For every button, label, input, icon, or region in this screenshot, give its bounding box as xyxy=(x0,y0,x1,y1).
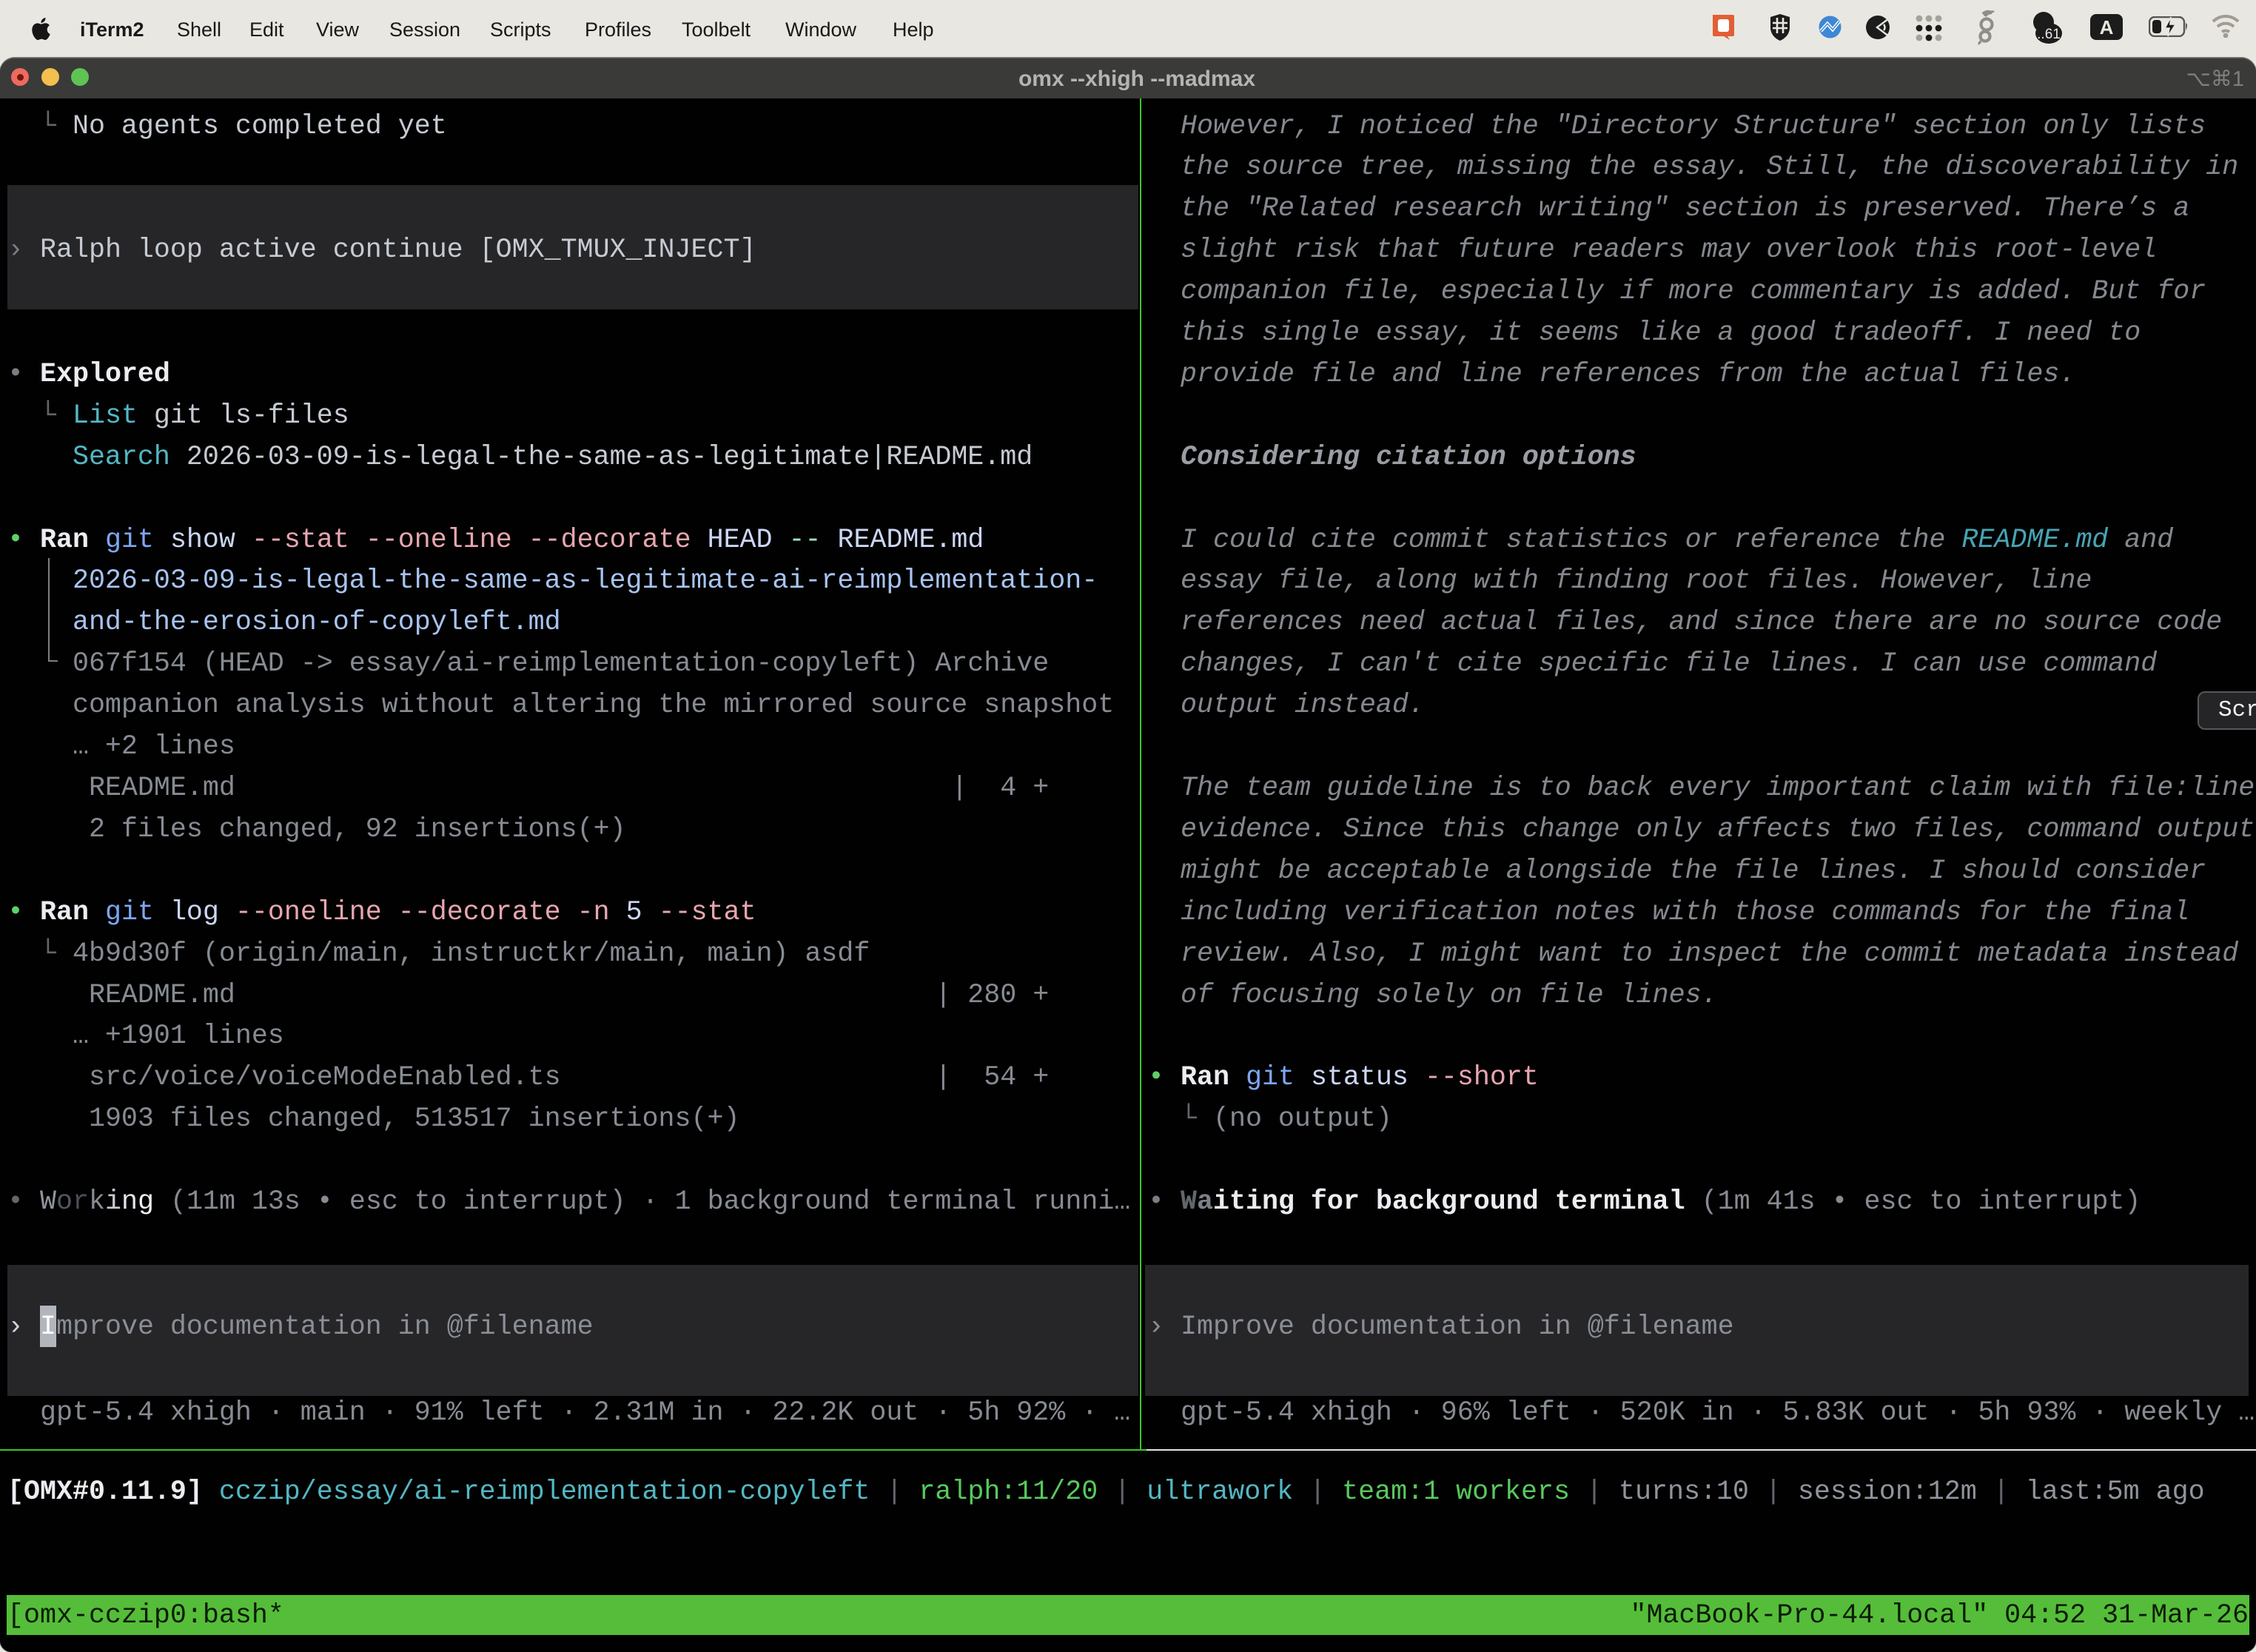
svg-text:..61: ..61 xyxy=(2037,27,2061,42)
svg-text:A: A xyxy=(2100,16,2114,38)
